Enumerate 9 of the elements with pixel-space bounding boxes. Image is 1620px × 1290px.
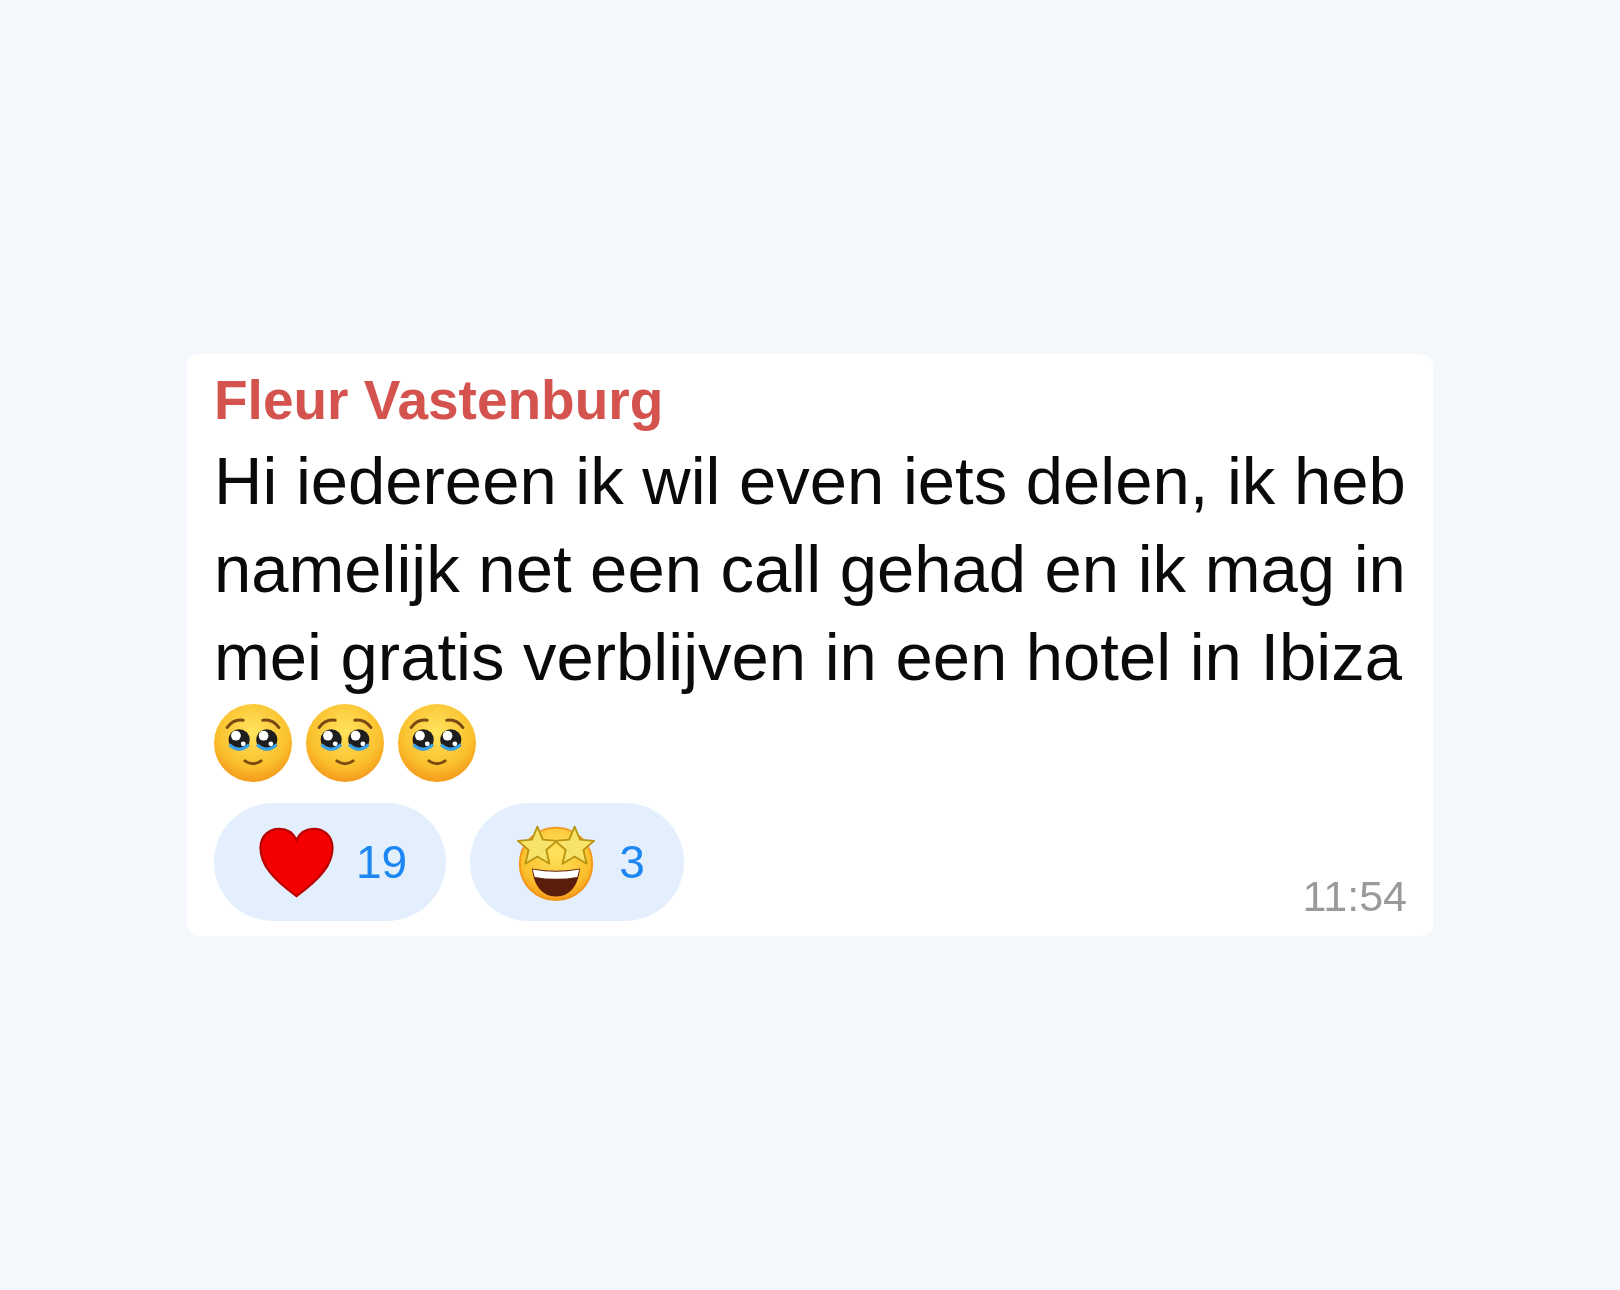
heart-icon <box>259 826 334 898</box>
reaction-button[interactable]: 19 <box>214 803 447 921</box>
pleading-face-icon <box>214 704 292 782</box>
message-text: Hi iedereen ik wil even iets delen, ik heb namelijk net een call gehad en ik mag in mei gratis verblijven in een hotel in Ibiza <box>214 442 1407 696</box>
message-time: 11:54 <box>1302 871 1407 921</box>
pleading-face-icon <box>306 704 384 782</box>
sender-name: Fleur Vastenburg <box>214 369 664 431</box>
pleading-face-icon <box>398 704 476 782</box>
reaction-button[interactable]: 3 <box>470 803 684 921</box>
